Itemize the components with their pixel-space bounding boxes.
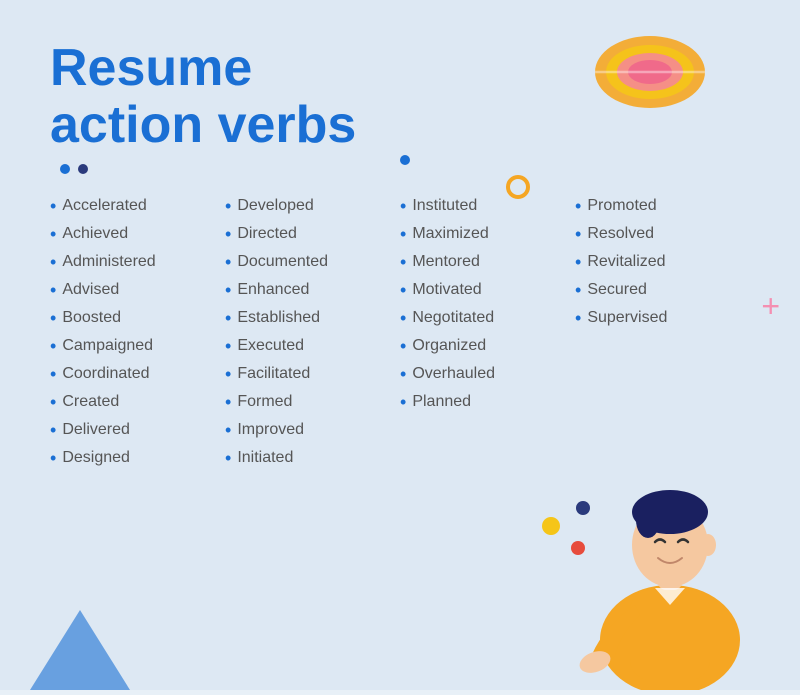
verb-item: Facilitated [225, 360, 400, 388]
verb-item: Maximized [400, 220, 575, 248]
verb-item: Developed [225, 192, 400, 220]
verb-column-1: AcceleratedAchievedAdministeredAdvisedBo… [50, 192, 225, 472]
verb-item: Promoted [575, 192, 750, 220]
verb-item: Delivered [50, 416, 225, 444]
verb-item: Accelerated [50, 192, 225, 220]
verb-item: Resolved [575, 220, 750, 248]
verb-item: Motivated [400, 276, 575, 304]
person-illustration [560, 430, 780, 690]
page-container: Resume action verbs AcceleratedAchievedA… [0, 0, 800, 690]
verb-item: Documented [225, 248, 400, 276]
verb-item: Initiated [225, 444, 400, 472]
verb-column-2: DevelopedDirectedDocumentedEnhancedEstab… [225, 192, 400, 472]
triangle-decoration-icon [30, 610, 130, 690]
verb-item: Directed [225, 220, 400, 248]
circle-orange-decoration-icon [506, 175, 530, 199]
dot-navy-icon [78, 164, 88, 174]
verb-item: Achieved [50, 220, 225, 248]
verb-item: Created [50, 388, 225, 416]
dot-blue-icon [60, 164, 70, 174]
candy-decoration-icon [590, 30, 710, 115]
verb-item: Executed [225, 332, 400, 360]
verb-item: Supervised [575, 304, 750, 332]
verb-item: Secured [575, 276, 750, 304]
plus-decoration-icon: + [761, 290, 780, 322]
dots-decoration [60, 164, 750, 174]
verb-item: Enhanced [225, 276, 400, 304]
verb-item: Revitalized [575, 248, 750, 276]
page-title: Resume action verbs [50, 40, 370, 154]
verb-item: Organized [400, 332, 575, 360]
verb-item: Instituted [400, 192, 575, 220]
verb-item: Coordinated [50, 360, 225, 388]
verb-item: Administered [50, 248, 225, 276]
verb-column-3: InstitutedMaximizedMentoredMotivatedNego… [400, 192, 575, 472]
verb-item: Negotitated [400, 304, 575, 332]
verb-item: Overhauled [400, 360, 575, 388]
verb-item: Campaigned [50, 332, 225, 360]
dot-yellow-bottom-icon [542, 517, 560, 535]
verb-item: Planned [400, 388, 575, 416]
verb-item: Improved [225, 416, 400, 444]
verb-item: Advised [50, 276, 225, 304]
circle-blue-decoration-icon [400, 155, 410, 165]
verb-item: Mentored [400, 248, 575, 276]
verb-item: Designed [50, 444, 225, 472]
verb-item: Formed [225, 388, 400, 416]
verb-item: Established [225, 304, 400, 332]
verb-item: Boosted [50, 304, 225, 332]
